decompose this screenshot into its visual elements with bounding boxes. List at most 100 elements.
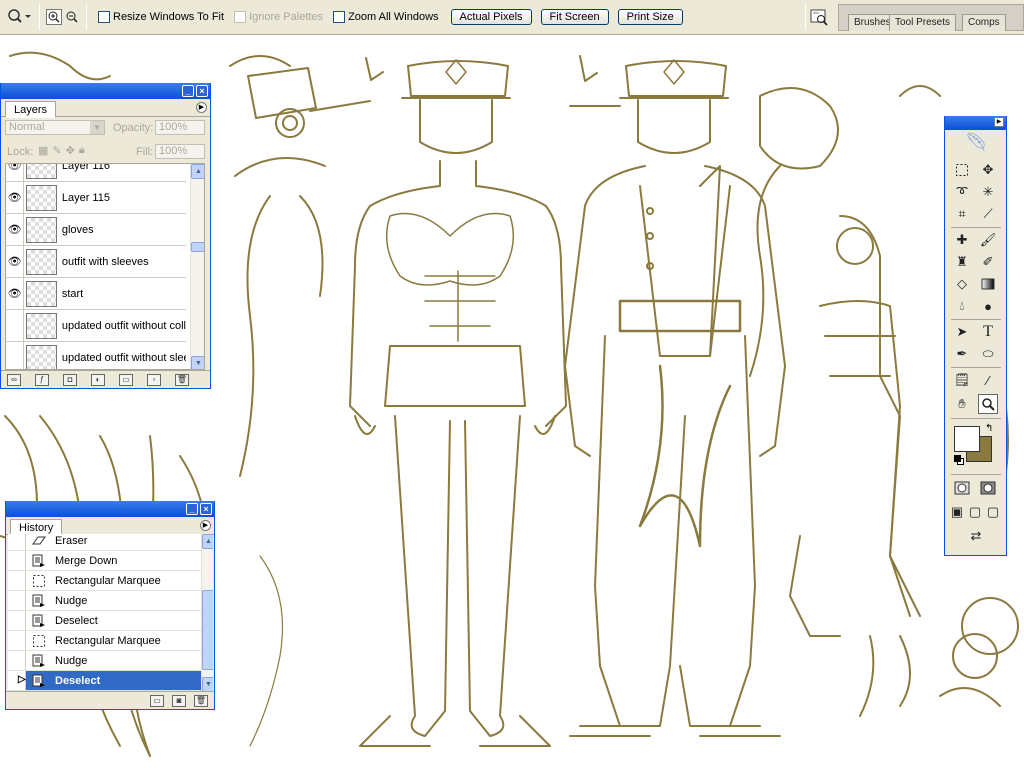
clone-stamp-tool-icon[interactable]: ♜: [952, 252, 972, 272]
full-screen-menu-mode-icon[interactable]: ▢: [967, 502, 983, 522]
lasso-tool-icon[interactable]: ➰︎: [952, 182, 972, 202]
scroll-up-icon[interactable]: ▲: [202, 534, 213, 549]
new-layer-icon[interactable]: ▫: [147, 373, 161, 386]
layers-scrollbar[interactable]: ▲ ▼: [190, 164, 204, 369]
magic-wand-tool-icon[interactable]: ✳︎: [978, 182, 998, 202]
close-icon[interactable]: ×: [200, 503, 212, 515]
layer-row[interactable]: updated outfit without collar: [6, 310, 186, 342]
layer-row[interactable]: 👁︎ gloves: [6, 214, 186, 246]
history-state[interactable]: Merge Down: [8, 551, 202, 571]
history-state-current[interactable]: ▷ Deselect: [8, 671, 202, 691]
eye-icon[interactable]: 👁︎: [6, 164, 25, 181]
chevron-down-icon[interactable]: ▼: [90, 121, 104, 134]
blur-tool-icon[interactable]: 💧︎: [952, 296, 972, 316]
rectangular-marquee-tool-icon[interactable]: [952, 160, 972, 180]
zoom-all-windows-checkbox[interactable]: Zoom All Windows: [333, 11, 439, 23]
snapshot-source-cell[interactable]: [8, 651, 26, 670]
eye-icon[interactable]: 👁︎: [6, 278, 25, 309]
eyedropper-tool-icon[interactable]: ⁄: [978, 370, 998, 390]
print-size-button[interactable]: Print Size: [617, 9, 683, 25]
eraser-tool-icon[interactable]: ◇: [952, 274, 972, 294]
layer-style-icon[interactable]: ƒ: [35, 373, 49, 386]
eye-icon[interactable]: 👁︎: [6, 182, 25, 213]
actual-pixels-button[interactable]: Actual Pixels: [450, 9, 532, 25]
scroll-down-icon[interactable]: ▼: [202, 677, 213, 692]
minimize-icon[interactable]: _: [186, 503, 198, 515]
brush-tool-icon[interactable]: 🖌︎: [978, 230, 998, 250]
blend-mode-select[interactable]: Normal ▼: [5, 120, 105, 135]
layer-row[interactable]: updated outfit without slee...: [6, 342, 186, 369]
burn-tool-icon[interactable]: ●: [978, 296, 998, 316]
layer-row[interactable]: 👁︎ Layer 115: [6, 182, 186, 214]
history-state[interactable]: Nudge: [8, 651, 202, 671]
scroll-up-icon[interactable]: ▲: [191, 164, 204, 179]
zoom-tool-preset-icon[interactable]: [4, 5, 34, 29]
standard-screen-mode-icon[interactable]: ▣: [949, 502, 965, 522]
snapshot-source-cell[interactable]: [8, 631, 26, 650]
layer-mask-icon[interactable]: ◘: [63, 373, 77, 386]
zoom-tool-icon[interactable]: [978, 394, 998, 414]
text-tool-icon[interactable]: T: [978, 322, 998, 342]
snapshot-source-cell[interactable]: [8, 591, 26, 610]
history-state[interactable]: Deselect: [8, 611, 202, 631]
history-brush-tool-icon[interactable]: ✐: [978, 252, 998, 272]
pen-tool-icon[interactable]: ✒︎: [952, 344, 972, 364]
file-browser-icon[interactable]: [808, 5, 830, 29]
adjustment-layer-icon[interactable]: ◐: [91, 373, 105, 386]
snapshot-source-cell[interactable]: [8, 534, 26, 550]
full-screen-mode-icon[interactable]: ▢: [985, 502, 1001, 522]
quick-mask-mode-icon[interactable]: [978, 478, 998, 498]
trash-icon[interactable]: 🗑︎: [175, 373, 189, 386]
tab-layers[interactable]: Layers: [5, 101, 57, 118]
history-scrollbar[interactable]: ▲ ▼: [201, 534, 213, 692]
ellipse-tool-icon[interactable]: ⬭: [978, 344, 998, 364]
snapshot-source-cell[interactable]: [8, 571, 26, 590]
notes-tool-icon[interactable]: 🗒︎: [952, 370, 972, 390]
eye-icon[interactable]: 👁︎: [6, 246, 25, 277]
history-state[interactable]: Rectangular Marquee: [8, 571, 202, 591]
healing-brush-tool-icon[interactable]: ✚: [952, 230, 972, 250]
lock-transparency-icon[interactable]: ▦: [38, 144, 48, 157]
snapshot-source-cell[interactable]: ▷: [8, 671, 26, 690]
layer-row[interactable]: 👁︎ Layer 116: [6, 164, 186, 182]
history-state[interactable]: Rectangular Marquee: [8, 631, 202, 651]
new-snapshot-icon[interactable]: ◙: [172, 694, 186, 707]
history-palette-titlebar[interactable]: _ ×: [6, 501, 214, 517]
eye-hidden-icon[interactable]: [6, 342, 25, 369]
eye-icon[interactable]: 👁︎: [6, 214, 25, 245]
opacity-field[interactable]: 100%: [155, 120, 205, 135]
zoom-in-icon[interactable]: [45, 5, 63, 29]
crop-tool-icon[interactable]: ⌗: [952, 204, 972, 224]
slice-tool-icon[interactable]: ⟋: [978, 204, 998, 224]
hand-tool-icon[interactable]: ✋︎: [952, 394, 972, 414]
palette-menu-arrow-icon[interactable]: ▶: [200, 520, 211, 531]
default-colors-icon[interactable]: [954, 455, 964, 465]
eye-hidden-icon[interactable]: [6, 310, 25, 341]
standard-mode-icon[interactable]: [952, 478, 972, 498]
toolbox-titlebar[interactable]: ▶: [945, 116, 1006, 130]
swap-colors-icon[interactable]: ↰: [985, 423, 993, 434]
zoom-out-icon[interactable]: [63, 5, 81, 29]
lock-pixels-icon[interactable]: ✎: [52, 144, 61, 157]
well-tab-comps[interactable]: Comps: [962, 14, 1006, 31]
checkbox-box[interactable]: [333, 11, 346, 23]
close-icon[interactable]: ×: [196, 85, 208, 97]
lock-all-icon[interactable]: 🔒︎: [79, 144, 85, 157]
checkbox-box[interactable]: [98, 11, 110, 23]
scroll-thumb[interactable]: [202, 590, 213, 670]
palette-menu-arrow-icon[interactable]: ▶: [196, 102, 207, 113]
jump-to-imageready-icon[interactable]: ⇄: [954, 526, 998, 546]
layer-row[interactable]: 👁︎ outfit with sleeves: [6, 246, 186, 278]
toolbox-menu-icon[interactable]: ▶: [994, 117, 1004, 127]
fit-screen-button[interactable]: Fit Screen: [540, 9, 609, 25]
move-tool-icon[interactable]: ✥: [978, 160, 998, 180]
gradient-tool-icon[interactable]: [978, 274, 998, 294]
link-layers-icon[interactable]: ∞: [7, 373, 21, 386]
path-selection-tool-icon[interactable]: ➤: [952, 322, 972, 342]
layers-palette-titlebar[interactable]: _ ×: [1, 83, 210, 99]
snapshot-source-cell[interactable]: [8, 551, 26, 570]
resize-windows-checkbox[interactable]: Resize Windows To Fit: [98, 11, 224, 23]
snapshot-source-cell[interactable]: [8, 611, 26, 630]
scroll-down-icon[interactable]: ▼: [191, 356, 204, 369]
new-group-icon[interactable]: ▭: [119, 373, 133, 386]
